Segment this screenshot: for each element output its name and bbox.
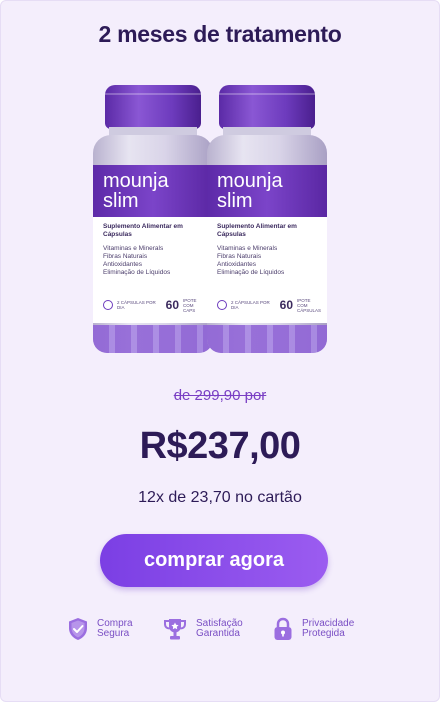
original-price: de 299,90 por — [173, 387, 267, 404]
product-offer-card: 2 meses de tratamento mounja slim Suplem… — [0, 0, 440, 702]
capsule-icon — [217, 300, 227, 310]
bottle-body: mounja slim Suplemento Alimentar em Cáps… — [93, 135, 213, 353]
bottle-body: mounja slim Suplemento Alimentar em Cáps… — [207, 135, 327, 353]
bottle-features: Vitaminas e Minerals Fibras Naturais Ant… — [217, 245, 285, 276]
supplement-bottle: mounja slim Suplemento Alimentar em Cáps… — [205, 83, 329, 355]
bottle-label-info: Suplemento Alimentar em Cápsulas Vitamin… — [93, 217, 213, 323]
bottle-features: Vitaminas e Minerals Fibras Naturais Ant… — [103, 245, 171, 276]
badge-secure-purchase: Compra Segura — [67, 614, 177, 644]
shield-check-icon — [69, 618, 87, 640]
bottle-cap — [105, 85, 201, 129]
installment-info: 12x de 23,70 no cartão — [138, 489, 302, 506]
sale-price: R$237,00 — [139, 425, 301, 467]
capsule-icon — [103, 300, 113, 310]
trust-badges: Compra Segura Satisfação Garantida Priva… — [1, 614, 439, 644]
lock-icon — [274, 617, 292, 640]
bottle-label-brand: mounja slim — [93, 165, 213, 217]
badge-privacy: Privacidade Protegida — [272, 614, 382, 644]
badge-satisfaction: Satisfação Garantida — [162, 614, 276, 644]
bottle-label-info: Suplemento Alimentar em Cápsulas Vitamin… — [207, 217, 327, 323]
product-image: mounja slim Suplemento Alimentar em Cáps… — [87, 83, 349, 359]
supplement-bottle: mounja slim Suplemento Alimentar em Cáps… — [91, 83, 215, 355]
trophy-icon — [164, 619, 186, 640]
buy-now-button[interactable]: comprar agora — [100, 534, 328, 587]
bottle-label-brand: mounja slim — [207, 165, 327, 217]
offer-title: 2 meses de tratamento — [98, 21, 342, 47]
bottle-cap — [219, 85, 315, 129]
